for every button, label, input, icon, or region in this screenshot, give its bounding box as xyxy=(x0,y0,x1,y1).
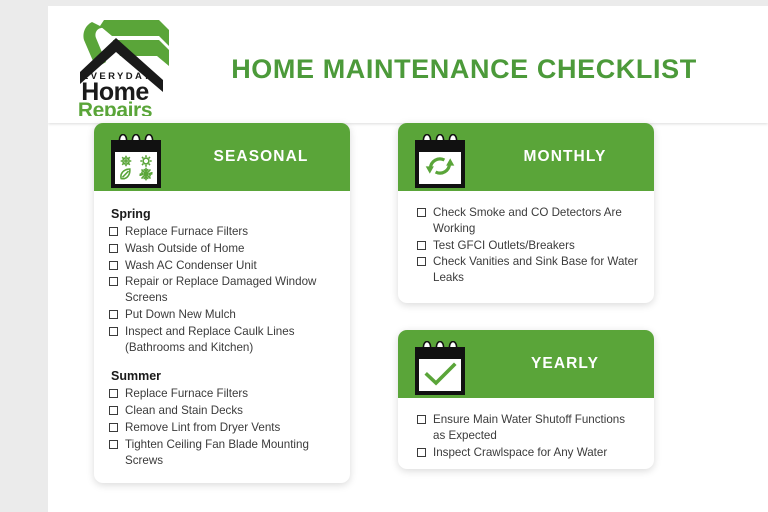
page-root: EVERYDAY Home Repairs HOME MAINTENANCE C… xyxy=(0,0,768,512)
everyday-home-repairs-logo: EVERYDAY Home Repairs xyxy=(56,16,174,116)
list-item[interactable]: Remove Lint from Dryer Vents xyxy=(108,420,336,436)
list-item[interactable]: Replace Furnace Filters xyxy=(108,224,336,240)
document-header: EVERYDAY Home Repairs HOME MAINTENANCE C… xyxy=(48,6,768,123)
list-item-label: Check Vanities and Sink Base for Water L… xyxy=(433,255,638,285)
list-item-label: Ensure Main Water Shutoff Functions as E… xyxy=(433,412,626,442)
section-heading-summer: Summer xyxy=(111,369,162,384)
checkbox[interactable] xyxy=(417,257,426,267)
list-item[interactable]: Put Down New Mulch xyxy=(108,307,336,323)
calendar-seasons-icon xyxy=(107,134,165,192)
page-title: HOME MAINTENANCE CHECKLIST xyxy=(231,54,697,84)
checkbox[interactable] xyxy=(109,260,118,270)
list-item[interactable]: Check Smoke and CO Detectors Are Working xyxy=(416,205,640,237)
list-item[interactable]: Wash AC Condenser Unit xyxy=(108,258,336,274)
calendar-refresh-icon xyxy=(411,134,469,192)
checklist-columns: SEASONAL Spring Replace Furnace Filters xyxy=(48,123,768,512)
list-item-label: Test GFCI Outlets/Breakers xyxy=(433,238,575,252)
list-item-label: Replace Furnace Filters xyxy=(125,225,249,238)
list-item-label: Inspect and Replace Caulk Lines (Bathroo… xyxy=(125,324,295,354)
checkbox[interactable] xyxy=(109,422,118,432)
card-monthly: MONTHLY Check Smoke and CO Detectors Are… xyxy=(398,123,654,303)
checkbox[interactable] xyxy=(109,406,118,416)
list-item-label: Wash Outside of Home xyxy=(125,241,245,255)
list-item[interactable]: Check Vanities and Sink Base for Water L… xyxy=(416,254,640,286)
card-title-seasonal: SEASONAL xyxy=(213,148,309,165)
card-seasonal: SEASONAL Spring Replace Furnace Filters xyxy=(94,123,350,484)
checkbox[interactable] xyxy=(109,227,118,236)
list-item[interactable]: Inspect Crawlspace for Any Water xyxy=(416,445,640,461)
list-item-label: Check Smoke and CO Detectors Are Working xyxy=(433,206,622,235)
list-item-label: Replace Furnace Filters xyxy=(125,387,249,401)
list-item[interactable]: Repair or Replace Damaged Window Screens xyxy=(108,274,336,306)
list-item-label: Repair or Replace Damaged Window Screens xyxy=(125,275,317,305)
list-item[interactable]: Inspect and Replace Caulk Lines (Bathroo… xyxy=(108,324,336,356)
svg-text:Repairs: Repairs xyxy=(78,99,152,116)
checkbox[interactable] xyxy=(417,208,426,217)
card-header-seasonal: SEASONAL xyxy=(94,123,350,191)
list-item-label: Remove Lint from Dryer Vents xyxy=(125,420,281,434)
checkbox[interactable] xyxy=(109,389,118,399)
column-right: MONTHLY Check Smoke and CO Detectors Are… xyxy=(398,123,654,496)
list-item-label: Inspect Crawlspace for Any Water xyxy=(433,445,608,459)
list-item-label: Put Down New Mulch xyxy=(125,307,236,321)
column-left: SEASONAL Spring Replace Furnace Filters xyxy=(94,123,350,510)
list-item-label: Clean and Stain Decks xyxy=(125,404,243,418)
list-item[interactable]: Replace Furnace Filters xyxy=(108,386,336,402)
card-body-monthly: Check Smoke and CO Detectors Are Working… xyxy=(398,191,654,303)
checkbox[interactable] xyxy=(417,414,426,424)
checklist-spring: Replace Furnace Filters Wash Outside of … xyxy=(108,224,336,355)
checklist-yearly: Ensure Main Water Shutoff Functions as E… xyxy=(416,412,640,460)
list-item-label: Wash AC Condenser Unit xyxy=(125,258,257,272)
checkbox[interactable] xyxy=(417,447,426,457)
card-header-monthly: MONTHLY xyxy=(398,123,654,191)
checklist-summer: Replace Furnace Filters Clean and Stain … xyxy=(108,386,336,468)
list-item[interactable]: Clean and Stain Decks xyxy=(108,403,336,419)
list-item[interactable]: Tighten Ceiling Fan Blade Mounting Screw… xyxy=(108,437,336,469)
page-top-margin xyxy=(0,0,768,6)
card-title-monthly: MONTHLY xyxy=(523,148,607,165)
list-item[interactable]: Ensure Main Water Shutoff Functions as E… xyxy=(416,412,640,444)
house-hammer-logo-icon: EVERYDAY Home Repairs xyxy=(78,20,169,116)
card-yearly: YEARLY Ensure Main Water Shutoff Functio… xyxy=(398,329,654,470)
checkbox[interactable] xyxy=(109,277,118,287)
checkbox[interactable] xyxy=(417,240,426,250)
document-sheet: EVERYDAY Home Repairs HOME MAINTENANCE C… xyxy=(48,0,768,512)
card-body-seasonal: Spring Replace Furnace Filters Wash Outs… xyxy=(94,191,350,483)
card-title-yearly: YEARLY xyxy=(530,354,600,372)
calendar-check-icon xyxy=(411,340,469,399)
card-header-yearly: YEARLY xyxy=(398,329,654,399)
checkbox[interactable] xyxy=(109,309,118,319)
checkbox[interactable] xyxy=(109,243,118,253)
section-heading-spring: Spring xyxy=(111,207,151,221)
checkbox[interactable] xyxy=(109,439,118,449)
card-body-yearly: Ensure Main Water Shutoff Functions as E… xyxy=(398,398,654,469)
checklist-monthly: Check Smoke and CO Detectors Are Working… xyxy=(416,205,640,286)
list-item[interactable]: Test GFCI Outlets/Breakers xyxy=(416,238,640,254)
page-left-margin xyxy=(0,0,48,512)
list-item-label: Tighten Ceiling Fan Blade Mounting Screw… xyxy=(125,437,309,467)
checkbox[interactable] xyxy=(109,326,118,336)
list-item[interactable]: Wash Outside of Home xyxy=(108,241,336,257)
